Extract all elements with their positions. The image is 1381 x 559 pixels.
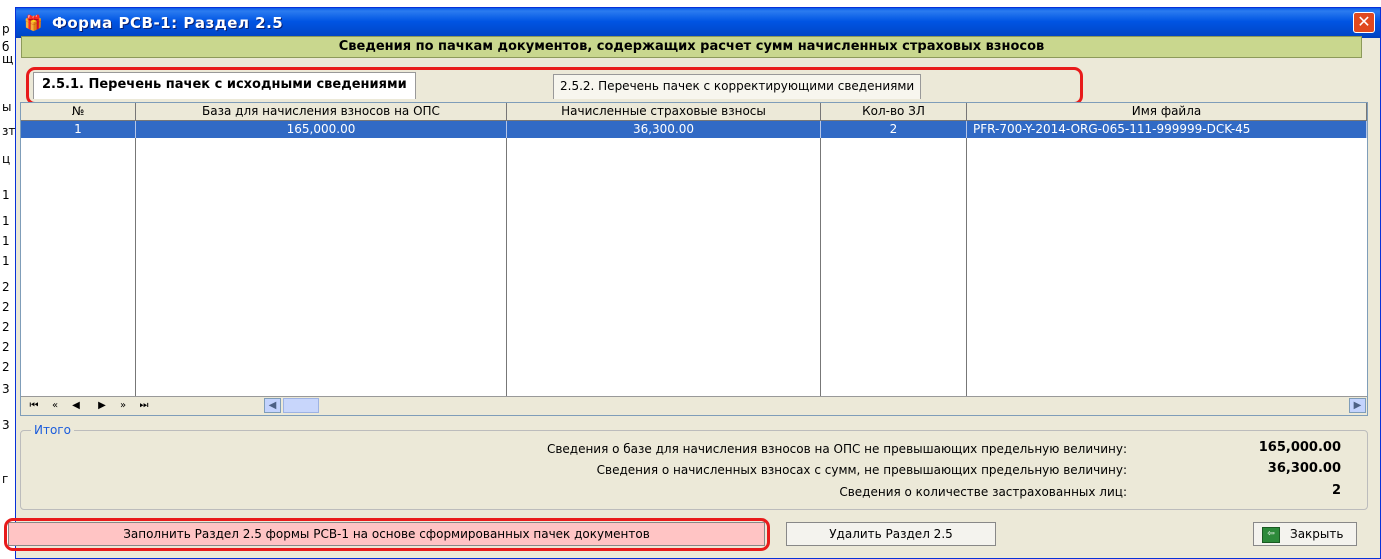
scroll-left-icon[interactable]: ◀ [264, 398, 281, 413]
close-button-label: Закрыть [1290, 527, 1344, 541]
exit-door-icon: ⇦ [1262, 526, 1280, 543]
column-separator [21, 103, 136, 397]
background-glyph: 2 [2, 280, 10, 294]
background-glyph: г [2, 472, 9, 486]
column-header-filename[interactable]: Имя файла [967, 103, 1367, 121]
cell-base[interactable]: 165,000.00 [136, 121, 507, 138]
close-window-x-button[interactable]: ✕ [1353, 12, 1375, 33]
background-glyph: 1 [2, 254, 10, 268]
last-record-icon[interactable]: ⏭ [137, 398, 151, 413]
cell-contributions[interactable]: 36,300.00 [507, 121, 821, 138]
fill-section-button[interactable]: Заполнить Раздел 2.5 формы РСВ-1 на осно… [8, 522, 765, 546]
background-glyph: 2 [2, 340, 10, 354]
background-glyph: р [2, 22, 10, 36]
total-insured-label: Сведения о количестве застрахованных лиц… [839, 485, 1127, 499]
background-glyph: 2 [2, 320, 10, 334]
delete-section-button[interactable]: Удалить Раздел 2.5 [786, 522, 996, 546]
background-glyph: 1 [2, 188, 10, 202]
title-bar[interactable]: 🎁 Форма РСВ-1: Раздел 2.5 ✕ [16, 8, 1380, 38]
tab-corrective-packs[interactable]: 2.5.2. Перечень пачек с корректирующими … [553, 74, 922, 99]
total-contributions-value: 36,300.00 [1267, 461, 1341, 476]
total-contributions-label: Сведения о начисленных взносах с сумм, н… [596, 463, 1127, 477]
background-glyph: 3 [2, 382, 10, 396]
close-button[interactable]: ⇦ Закрыть [1253, 522, 1357, 546]
grid-navigator: ⏮ « ◀ ▶ » ⏭ ◀ ▶ [21, 396, 1367, 415]
tab-original-packs[interactable]: 2.5.1. Перечень пачек с исходными сведен… [33, 72, 416, 99]
window-title: Форма РСВ-1: Раздел 2.5 [52, 14, 284, 32]
next-record-icon[interactable]: ▶ [95, 398, 109, 413]
packs-grid[interactable]: № База для начисления взносов на ОПС Нач… [20, 102, 1368, 416]
background-glyph: 1 [2, 234, 10, 248]
totals-legend: Итого [31, 423, 74, 437]
column-separator [507, 103, 821, 397]
scroll-right-icon[interactable]: ▶ [1349, 398, 1366, 413]
column-separator [821, 103, 967, 397]
background-glyph: 3 [2, 418, 10, 432]
horizontal-scrollbar-thumb[interactable] [283, 398, 319, 413]
next-page-icon[interactable]: » [115, 398, 131, 413]
background-glyph: 1 [2, 214, 10, 228]
total-base-value: 165,000.00 [1258, 440, 1341, 455]
cell-insured-count[interactable]: 2 [821, 121, 967, 138]
total-insured-value: 2 [1331, 483, 1341, 498]
gift-app-icon: 🎁 [24, 14, 43, 32]
total-base-label: Сведения о базе для начисления взносов н… [546, 442, 1127, 456]
column-separator [136, 103, 507, 397]
section-header: Сведения по пачкам документов, содержащи… [21, 36, 1362, 58]
totals-group: Итого Сведения о базе для начисления взн… [20, 423, 1368, 510]
background-glyph: 2 [2, 300, 10, 314]
cell-filename[interactable]: PFR-700-Y-2014-ORG-065-111-999999-DCK-45 [967, 121, 1367, 138]
background-glyph: щ [2, 52, 14, 66]
background-glyph: ы [2, 100, 12, 114]
background-glyph: ц [2, 152, 11, 166]
prev-record-icon[interactable]: ◀ [69, 398, 83, 413]
prev-page-icon[interactable]: « [47, 398, 63, 413]
cell-number[interactable]: 1 [21, 121, 136, 138]
first-record-icon[interactable]: ⏮ [27, 398, 41, 413]
background-glyph: зт [2, 124, 16, 138]
background-glyph: 2 [2, 360, 10, 374]
